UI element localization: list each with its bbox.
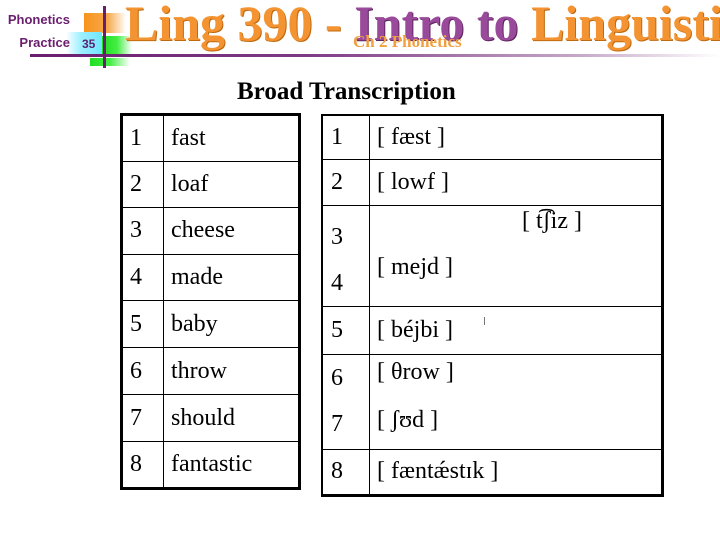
table-row: 1 fast bbox=[121, 114, 300, 162]
transcription-cell: [ mejd ] bbox=[377, 253, 453, 280]
table-row: 7 should bbox=[121, 394, 300, 442]
word-number: 3 bbox=[121, 207, 164, 255]
stray-mark bbox=[484, 317, 485, 325]
word-cell: cheese bbox=[163, 207, 300, 255]
table-row: 8 fantastic bbox=[121, 441, 300, 489]
course-title-part1: Ling 390 - bbox=[125, 0, 355, 51]
transcription-number: 4 bbox=[331, 269, 343, 296]
table-row: 2 loaf bbox=[121, 160, 300, 208]
header-vertical-divider bbox=[103, 6, 106, 68]
section-title: Broad Transcription bbox=[237, 78, 456, 105]
word-number: 6 bbox=[121, 347, 164, 395]
word-number: 4 bbox=[121, 253, 164, 301]
transcription-number: 6 bbox=[331, 364, 343, 391]
word-cell: fantastic bbox=[163, 441, 300, 489]
word-cell: throw bbox=[163, 347, 300, 395]
transcription-table: 1 [ fæst ] 2 [ lowf ] 3 4 [ t͡ʃiz ] [ me… bbox=[321, 114, 664, 497]
transcription-number: 3 bbox=[331, 223, 343, 250]
table-row-merged: 3 4 [ t͡ʃiz ] [ mejd ] bbox=[321, 204, 663, 307]
table-row: 4 made bbox=[121, 253, 300, 301]
transcription-cell: [ t͡ʃiz ] bbox=[522, 207, 582, 234]
word-number: 1 bbox=[121, 114, 164, 162]
table-row: 5 baby bbox=[121, 300, 300, 348]
transcription-cell: [ lowf ] bbox=[369, 158, 663, 206]
words-table: 1 fast 2 loaf 3 cheese 4 made 5 baby 6 throw 7… bbox=[120, 113, 301, 490]
table-row: 3 cheese bbox=[121, 207, 300, 255]
word-cell: baby bbox=[163, 300, 300, 348]
transcription-number: 1 bbox=[321, 114, 370, 160]
word-number: 5 bbox=[121, 300, 164, 348]
transcription-cell: [ fæntǽstɪk ] bbox=[369, 448, 663, 496]
transcription-cell: [ fæst ] bbox=[369, 114, 663, 160]
transcription-number: 5 bbox=[321, 305, 370, 355]
header-decoration-green-bar bbox=[90, 58, 130, 66]
word-number: 2 bbox=[121, 160, 164, 208]
slide-number: 35 bbox=[82, 37, 96, 51]
table-row: 2 [ lowf ] bbox=[321, 158, 663, 206]
table-row: 8 [ fæntǽstɪk ] bbox=[321, 448, 663, 496]
word-number: 8 bbox=[121, 441, 164, 489]
course-title-part3: Linguistics bbox=[531, 0, 720, 51]
transcription-cell: [ ʃʊd ] bbox=[377, 406, 439, 433]
word-number: 7 bbox=[121, 394, 164, 442]
transcription-cell: [ béjbi ] bbox=[369, 305, 663, 355]
word-cell: fast bbox=[163, 114, 300, 162]
word-cell: loaf bbox=[163, 160, 300, 208]
header-divider bbox=[30, 54, 720, 57]
side-title-phonetics: Phonetics bbox=[7, 12, 70, 27]
word-cell: should bbox=[163, 394, 300, 442]
transcription-number: 2 bbox=[321, 158, 370, 206]
transcription-number: 8 bbox=[321, 448, 370, 496]
transcription-number: 7 bbox=[331, 410, 343, 437]
table-row: 1 [ fæst ] bbox=[321, 114, 663, 160]
side-title-practice: Practice bbox=[19, 35, 70, 50]
table-row: 5 [ béjbi ] bbox=[321, 305, 663, 355]
table-row-merged: 6 7 [ θrow ] [ ʃʊd ] bbox=[321, 353, 663, 450]
table-row: 6 throw bbox=[121, 347, 300, 395]
chapter-subtitle: Ch 2 Phonetics bbox=[353, 32, 462, 51]
word-cell: made bbox=[163, 253, 300, 301]
transcription-cell: [ θrow ] bbox=[377, 358, 454, 385]
